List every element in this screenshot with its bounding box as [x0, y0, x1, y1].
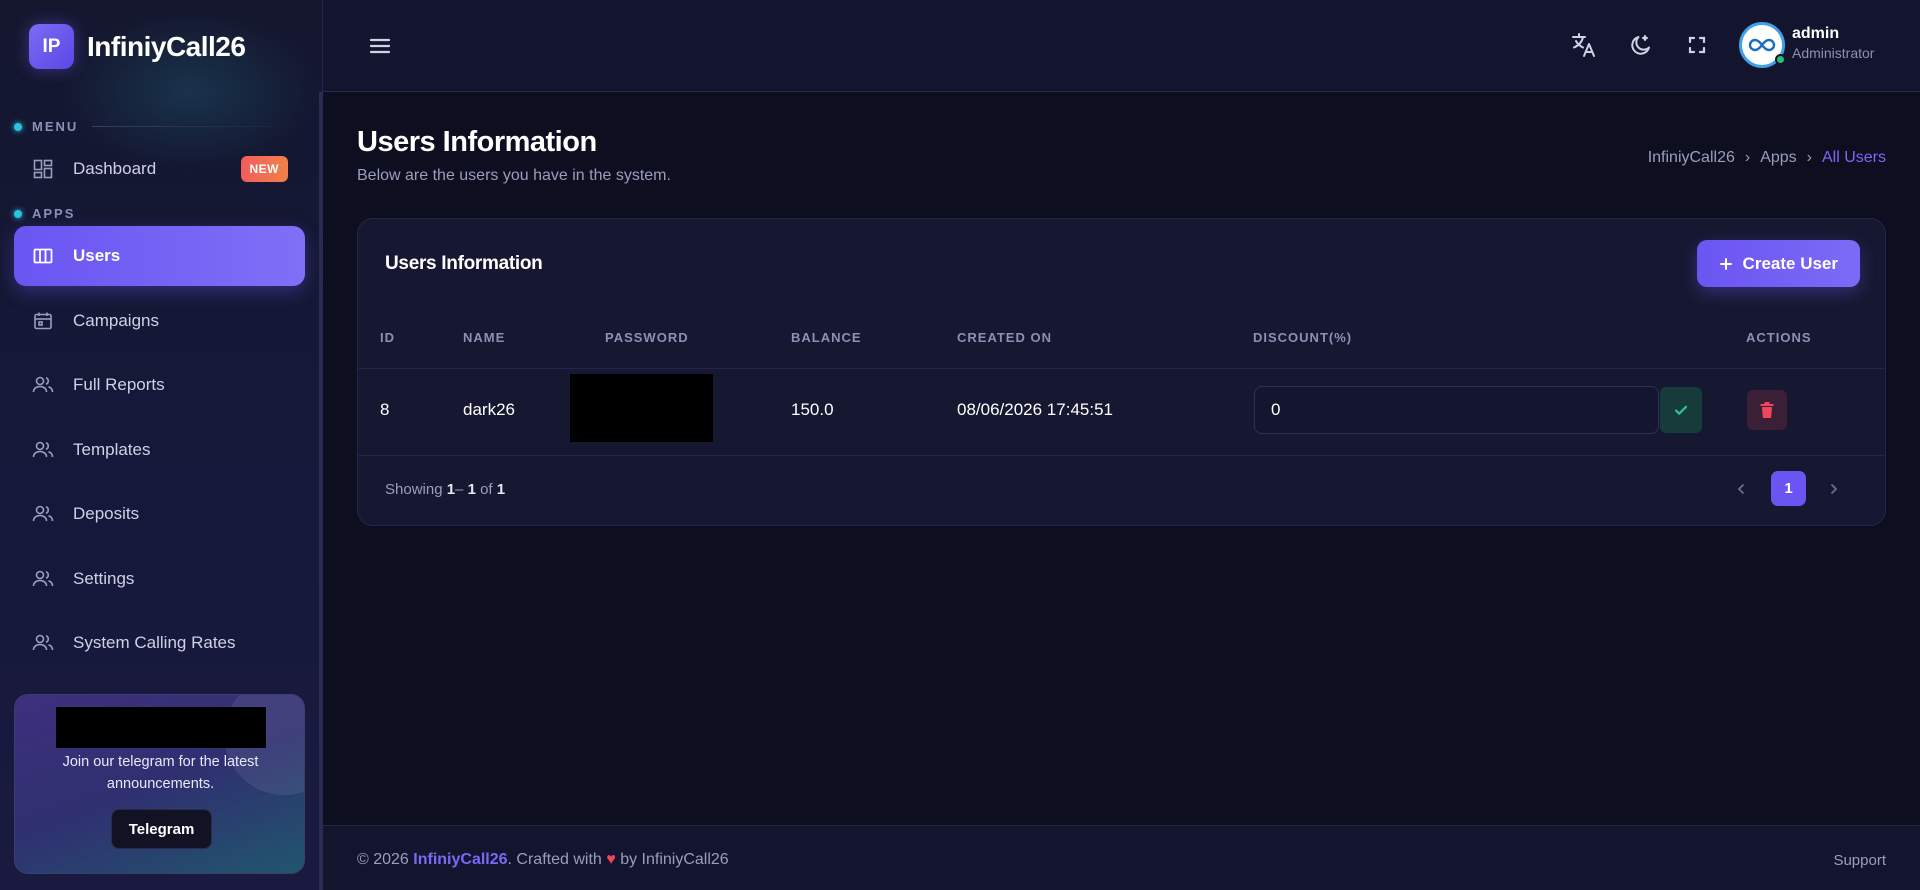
sidebar-item-label: Campaigns — [73, 311, 159, 330]
sidebar-item-label: Settings — [73, 569, 135, 588]
sidebar-item-system-calling-rates[interactable]: System Calling Rates — [14, 613, 305, 673]
column-header-actions: ACTIONS — [1746, 330, 1812, 345]
pagination-summary: Showing 1– 1 of 1 — [385, 481, 506, 498]
brand-logo: IP — [29, 24, 74, 69]
cell-id: 8 — [380, 400, 390, 419]
table-divider — [358, 455, 1885, 456]
new-badge: NEW — [240, 156, 288, 182]
table-icon — [32, 245, 54, 267]
trash-icon — [1760, 402, 1774, 418]
users-icon — [32, 374, 54, 396]
sidebar: IP InfiniyCall26 MENU Dashboard NEW APPS… — [0, 0, 323, 890]
section-label-apps: APPS — [14, 206, 75, 221]
sidebar-item-label: System Calling Rates — [73, 633, 236, 652]
chevron-right-icon — [1831, 484, 1838, 494]
topbar: admin Administrator — [323, 0, 1920, 92]
telegram-promo-card: Join our telegram for the latest announc… — [14, 694, 305, 874]
brand[interactable]: IP InfiniyCall26 — [29, 24, 246, 69]
cell-password-redacted — [570, 374, 713, 442]
section-dot — [14, 122, 22, 131]
pagination-prev-button[interactable] — [1729, 477, 1753, 501]
create-user-label: Create User — [1742, 253, 1838, 273]
infinity-logo-icon — [1748, 38, 1776, 52]
fullscreen-icon[interactable] — [1683, 31, 1711, 59]
users-icon — [32, 568, 54, 590]
user-role: Administrator — [1792, 45, 1875, 61]
sidebar-item-label: Templates — [73, 440, 151, 459]
page-title: Users Information — [357, 126, 597, 158]
users-icon — [32, 439, 54, 461]
sidebar-item-campaigns[interactable]: Campaigns — [14, 291, 305, 351]
delete-user-button[interactable] — [1747, 390, 1787, 430]
breadcrumb: InfiniyCall26 › Apps › All Users — [1648, 149, 1886, 167]
moon-icon[interactable] — [1627, 31, 1655, 59]
footer-copyright: © 2026 InfiniyCall26. Crafted with ♥ by … — [357, 851, 729, 868]
sidebar-item-users[interactable]: Users — [14, 226, 305, 286]
user-name[interactable]: admin — [1792, 25, 1839, 43]
sidebar-item-label: Users — [73, 246, 121, 265]
page-subtitle: Below are the users you have in the syst… — [357, 167, 671, 184]
cell-name: dark26 — [463, 400, 515, 419]
check-icon — [1674, 405, 1688, 415]
sidebar-item-full-reports[interactable]: Full Reports — [14, 355, 305, 415]
save-discount-button[interactable] — [1660, 387, 1702, 433]
column-header-discount: DISCOUNT(%) — [1253, 330, 1353, 345]
column-header-id: ID — [380, 330, 395, 345]
translate-icon[interactable] — [1570, 31, 1598, 59]
column-header-balance: BALANCE — [791, 330, 862, 345]
section-dot — [14, 209, 22, 218]
pagination-next-button[interactable] — [1822, 477, 1846, 501]
cell-created-on: 08/06/2026 17:45:51 — [957, 400, 1113, 419]
column-header-created-on: CREATED ON — [957, 330, 1052, 345]
section-label-menu: MENU — [14, 119, 308, 134]
telegram-button[interactable]: Telegram — [111, 809, 212, 849]
discount-input[interactable] — [1254, 386, 1659, 434]
users-table-card: Users Information Create User ID NAME PA… — [357, 218, 1886, 526]
online-status-dot — [1775, 54, 1786, 65]
column-header-name: NAME — [463, 330, 506, 345]
users-icon — [32, 632, 54, 654]
user-avatar[interactable] — [1739, 22, 1786, 68]
breadcrumb-item-current: All Users — [1821, 149, 1886, 166]
footer: © 2026 InfiniyCall26. Crafted with ♥ by … — [323, 825, 1920, 890]
chevron-right-icon: › — [1744, 149, 1751, 166]
card-title: Users Information — [385, 253, 543, 274]
sidebar-item-settings[interactable]: Settings — [14, 549, 305, 609]
chevron-right-icon: › — [1806, 149, 1812, 166]
pagination-page-1[interactable]: 1 — [1771, 471, 1806, 506]
sidebar-item-deposits[interactable]: Deposits — [14, 484, 305, 544]
sidebar-item-dashboard[interactable]: Dashboard NEW — [14, 139, 305, 199]
menu-icon[interactable] — [367, 33, 393, 59]
sidebar-item-label: Deposits — [73, 504, 140, 523]
brand-name: InfiniyCall26 — [87, 30, 246, 62]
chevron-left-icon — [1737, 484, 1744, 494]
dashboard-icon — [32, 158, 54, 180]
redacted-image — [56, 707, 266, 748]
sidebar-item-templates[interactable]: Templates — [14, 420, 305, 480]
breadcrumb-item-apps[interactable]: Apps — [1760, 149, 1796, 167]
sidebar-item-label: Dashboard — [73, 159, 157, 178]
section-divider — [92, 126, 308, 127]
create-user-button[interactable]: Create User — [1696, 240, 1860, 287]
sidebar-scrollbar[interactable] — [319, 92, 323, 890]
calendar-icon — [32, 310, 54, 332]
breadcrumb-item-home[interactable]: InfiniyCall26 — [1648, 149, 1735, 167]
cell-balance: 150.0 — [791, 400, 834, 419]
table-divider — [358, 368, 1885, 369]
sidebar-item-label: Full Reports — [73, 375, 165, 394]
promo-text: Join our telegram for the latest announc… — [62, 754, 259, 792]
column-header-password: PASSWORD — [605, 330, 689, 345]
footer-brand-link[interactable]: InfiniyCall26 — [413, 851, 507, 868]
users-icon — [32, 503, 54, 525]
support-link[interactable]: Support — [1833, 852, 1886, 869]
heart-icon: ♥ — [606, 851, 616, 868]
plus-icon — [1719, 257, 1732, 270]
